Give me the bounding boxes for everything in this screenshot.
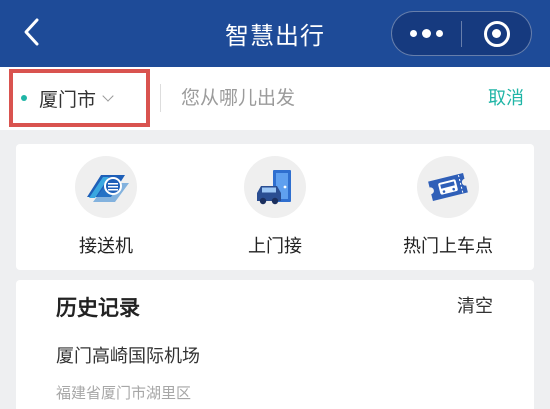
history-item[interactable]: 厦门高崎国际机场 福建省厦门市湖里区: [56, 342, 496, 409]
service-label: 接送机: [79, 236, 133, 257]
location-dot-icon: [21, 95, 27, 101]
city-selector[interactable]: 厦门市: [9, 69, 150, 127]
door-pickup-icon: [244, 156, 306, 218]
service-card: 接送机 上门接 热门上车点: [16, 144, 534, 270]
bus-ticket-icon: [417, 156, 479, 218]
service-label: 热门上车点: [403, 236, 493, 257]
chevron-left-icon: [24, 18, 39, 46]
city-name: 厦门市: [39, 88, 97, 111]
service-label: 上门接: [248, 236, 302, 257]
more-button[interactable]: [392, 12, 461, 55]
cancel-button[interactable]: 取消: [488, 84, 524, 112]
header-bar: 智慧出行: [0, 0, 550, 67]
departure-search-input[interactable]: [181, 81, 461, 115]
service-hot-pickup-points[interactable]: 热门上车点: [378, 156, 518, 266]
search-bar: 厦门市 取消: [0, 67, 550, 130]
airport-transfer-icon: [75, 156, 137, 218]
service-door-pickup[interactable]: 上门接: [205, 156, 345, 266]
service-airport-transfer[interactable]: 接送机: [36, 156, 176, 266]
clear-history-button[interactable]: 清空: [457, 292, 493, 318]
history-item-address: 福建省厦门市湖里区: [56, 384, 192, 402]
search-divider: [160, 84, 161, 112]
close-button[interactable]: [462, 12, 531, 55]
target-circle-icon: [483, 20, 510, 47]
history-item-name: 厦门高崎国际机场: [56, 346, 200, 367]
more-dots-icon: [410, 29, 443, 38]
history-title: 历史记录: [56, 296, 140, 320]
back-button[interactable]: [16, 14, 46, 50]
chevron-down-icon: [102, 89, 114, 102]
mini-program-capsule: [391, 11, 532, 56]
history-card: 历史记录 清空 厦门高崎国际机场 福建省厦门市湖里区: [16, 280, 534, 409]
